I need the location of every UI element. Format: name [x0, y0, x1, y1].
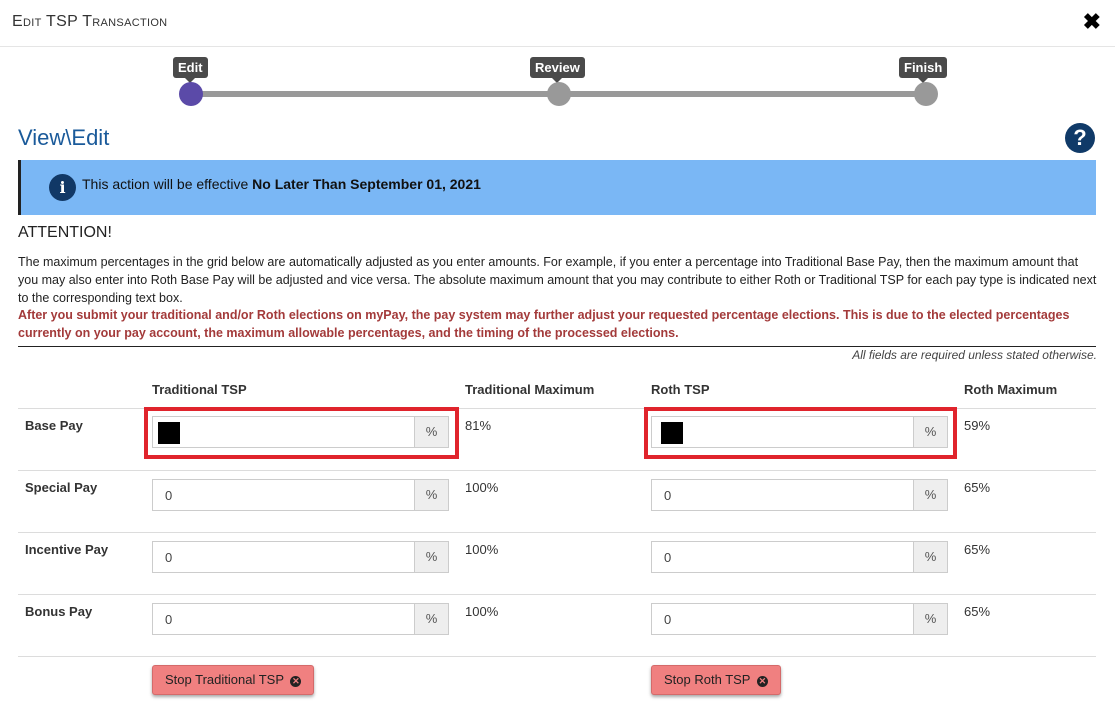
- header-traditional-maximum: Traditional Maximum: [465, 382, 595, 397]
- step-dot-finish: [914, 82, 938, 106]
- roth-bonus-pay-max: 65%: [964, 604, 991, 619]
- roth-base-pay-max: 59%: [964, 418, 991, 433]
- modal-title: Edit TSP Transaction: [12, 13, 168, 30]
- percent-addon: %: [414, 480, 448, 510]
- step-dot-edit: [179, 82, 203, 106]
- traditional-special-pay-max: 100%: [465, 480, 499, 495]
- required-fields-note: All fields are required unless stated ot…: [852, 348, 1097, 362]
- redaction-mark: [661, 422, 683, 444]
- attention-body: The maximum percentages in the grid belo…: [18, 255, 1097, 305]
- traditional-base-pay-field: %: [152, 416, 449, 448]
- traditional-special-pay-input[interactable]: [153, 480, 415, 510]
- close-circle-icon: ✕: [756, 676, 768, 687]
- grid-row-divider: [18, 656, 1096, 657]
- roth-incentive-pay-input[interactable]: [652, 542, 914, 572]
- section-divider: [18, 346, 1096, 347]
- roth-bonus-pay-field: %: [651, 603, 948, 635]
- header-roth-tsp: Roth TSP: [651, 382, 710, 397]
- roth-base-pay-input[interactable]: [652, 417, 914, 447]
- alert-text: This action will be effective No Later T…: [82, 176, 481, 192]
- header-roth-maximum: Roth Maximum: [964, 382, 1058, 397]
- roth-special-pay-field: %: [651, 479, 948, 511]
- row-label-bonus-pay: Bonus Pay: [25, 604, 93, 619]
- modal-header: Edit TSP Transaction ✖: [0, 0, 1115, 47]
- header-traditional-tsp: Traditional TSP: [152, 382, 247, 397]
- grid-row-divider: [18, 470, 1096, 471]
- traditional-base-pay-max: 81%: [465, 418, 492, 433]
- step-label-finish: Finish: [899, 57, 948, 83]
- grid-row-divider: [18, 532, 1096, 533]
- effective-date-alert: i This action will be effective No Later…: [18, 160, 1096, 215]
- alert-text-prefix: This action will be effective: [82, 176, 253, 192]
- roth-bonus-pay-input[interactable]: [652, 604, 914, 634]
- traditional-bonus-pay-max: 100%: [465, 604, 499, 619]
- percent-addon: %: [913, 542, 947, 572]
- roth-incentive-pay-max: 65%: [964, 542, 991, 557]
- row-label-special-pay: Special Pay: [25, 480, 98, 495]
- traditional-incentive-pay-max: 100%: [465, 542, 499, 557]
- attention-warning: After you submit your traditional and/or…: [18, 308, 1070, 340]
- roth-incentive-pay-field: %: [651, 541, 948, 573]
- stop-roth-label: Stop Roth TSP: [664, 672, 751, 687]
- percent-addon: %: [414, 542, 448, 572]
- percent-addon: %: [913, 417, 947, 447]
- traditional-bonus-pay-input[interactable]: [153, 604, 415, 634]
- attention-heading: ATTENTION!: [18, 224, 112, 241]
- close-circle-icon: ✕: [290, 676, 302, 687]
- redaction-mark: [158, 422, 180, 444]
- percent-addon: %: [414, 604, 448, 634]
- roth-special-pay-max: 65%: [964, 480, 991, 495]
- row-label-incentive-pay: Incentive Pay: [25, 542, 109, 557]
- percent-addon: %: [414, 417, 448, 447]
- roth-base-pay-field: %: [651, 416, 948, 448]
- step-dot-review: [547, 82, 571, 106]
- traditional-incentive-pay-field: %: [152, 541, 449, 573]
- stop-traditional-label: Stop Traditional TSP: [165, 672, 284, 687]
- row-label-base-pay: Base Pay: [25, 418, 83, 433]
- traditional-special-pay-field: %: [152, 479, 449, 511]
- stop-traditional-tsp-button[interactable]: Stop Traditional TSP ✕: [152, 665, 315, 695]
- step-label-review: Review: [530, 57, 585, 83]
- progress-stepper: Edit Review Finish: [0, 52, 1115, 112]
- help-icon[interactable]: ?: [1065, 123, 1095, 153]
- percent-addon: %: [913, 480, 947, 510]
- info-icon: i: [49, 174, 76, 201]
- alert-effective-date: No Later Than September 01, 2021: [252, 176, 481, 192]
- roth-special-pay-input[interactable]: [652, 480, 914, 510]
- step-label-edit: Edit: [173, 57, 208, 83]
- grid-row-divider: [18, 594, 1096, 595]
- page-title: View\Edit: [18, 125, 110, 150]
- close-icon[interactable]: ✖: [1083, 9, 1101, 35]
- traditional-bonus-pay-field: %: [152, 603, 449, 635]
- percent-addon: %: [913, 604, 947, 634]
- traditional-base-pay-input[interactable]: [153, 417, 415, 447]
- traditional-incentive-pay-input[interactable]: [153, 542, 415, 572]
- stop-roth-tsp-button[interactable]: Stop Roth TSP ✕: [651, 665, 781, 695]
